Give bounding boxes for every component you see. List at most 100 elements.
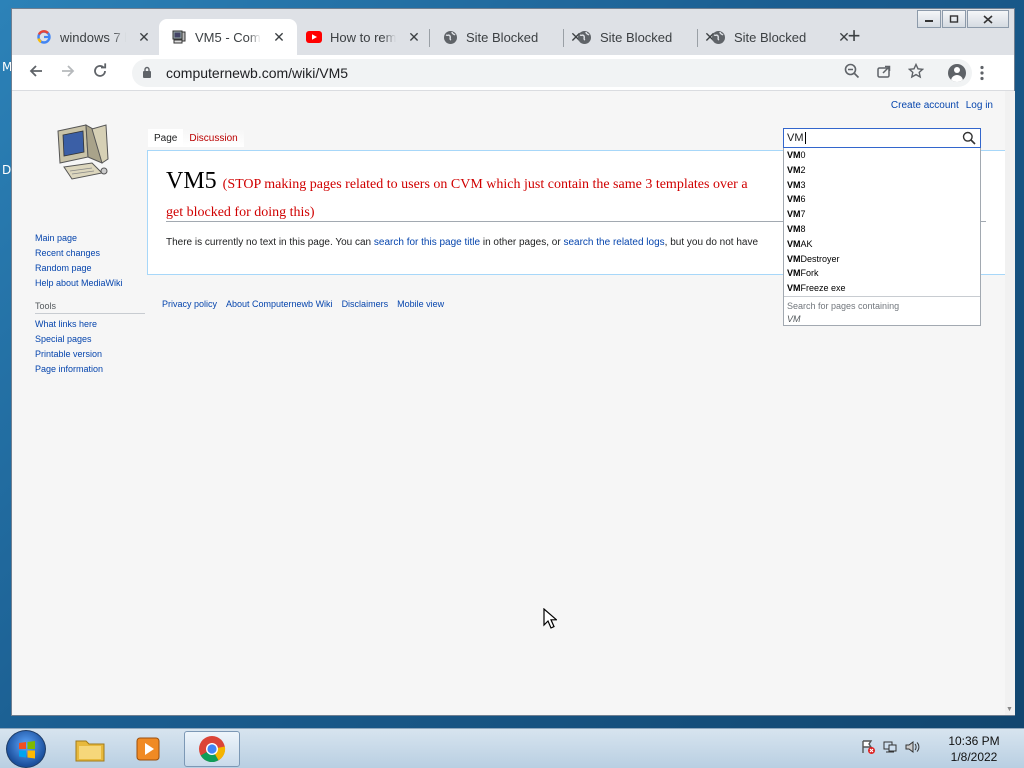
search-related-logs-link[interactable]: search the related logs: [563, 237, 664, 248]
search-page-title-link[interactable]: search for this page title: [374, 237, 480, 248]
suggestion-item[interactable]: VMFreeze exe: [784, 281, 980, 296]
google-icon: [36, 29, 52, 45]
browser-toolbar: computernewb.com/wiki/VM5: [12, 55, 1014, 91]
minimize-button[interactable]: [917, 10, 941, 28]
action-center-icon[interactable]: [860, 739, 876, 758]
sidebar-item-help[interactable]: Help about MediaWiki: [35, 276, 145, 291]
maximize-icon: [949, 15, 959, 23]
suggestion-match: VM: [787, 268, 801, 279]
globe-icon: [710, 29, 726, 45]
tab-site-blocked[interactable]: Site Blocked ✕: [698, 19, 862, 55]
share-icon[interactable]: [874, 63, 894, 83]
search-containing-option[interactable]: Search for pages containing VM: [784, 296, 980, 329]
search-input[interactable]: VM: [783, 128, 981, 148]
footer-privacy-policy[interactable]: Privacy policy: [162, 299, 217, 309]
page-title-text: VM5: [166, 168, 217, 194]
suggestion-item[interactable]: VM7: [784, 207, 980, 222]
address-bar[interactable]: computernewb.com/wiki/VM5: [132, 59, 972, 87]
close-icon[interactable]: ✕: [406, 29, 422, 46]
search-suggestions: VM0 VM2 VM3 VM6 VM7 VM8 VMAK VMDestroyer…: [783, 148, 981, 326]
suggestion-item[interactable]: VM2: [784, 163, 980, 178]
bookmark-star-icon[interactable]: [906, 62, 926, 83]
sidebar: Main page Recent changes Random page Hel…: [35, 231, 145, 377]
close-window-icon: [983, 14, 993, 24]
taskbar-media-player[interactable]: [121, 731, 177, 767]
zoom-icon[interactable]: [842, 63, 862, 83]
footer-mobile-view[interactable]: Mobile view: [397, 299, 444, 309]
suggestion-rest: Fork: [800, 268, 819, 279]
suggestion-match: VM: [787, 194, 801, 205]
windows-logo-icon: [19, 741, 35, 759]
scroll-down-arrow-icon[interactable]: ▼: [1006, 706, 1013, 713]
tab-title: Site Blocked: [734, 29, 807, 45]
taskbar-file-explorer[interactable]: [62, 731, 118, 767]
suggestion-rest: Destroyer: [800, 253, 840, 264]
suggestion-item[interactable]: VMFork: [784, 266, 980, 281]
tab-title: VM5 - Compu: [195, 29, 261, 45]
tab-title: Site Blocked: [600, 29, 673, 45]
start-button[interactable]: [6, 730, 46, 768]
media-player-icon: [136, 737, 160, 761]
close-icon[interactable]: ✕: [136, 29, 152, 46]
wiki-logo[interactable]: [52, 119, 112, 183]
notice-text: There is currently no text in this page.…: [166, 237, 374, 248]
suggestion-item[interactable]: VMAK: [784, 237, 980, 252]
suggestion-match: VM: [787, 283, 801, 294]
minimize-icon: [925, 20, 933, 22]
title-warning: (STOP making pages related to users on C…: [222, 177, 748, 192]
search-icon[interactable]: [962, 131, 976, 145]
notice-text: , but you do not have: [664, 237, 759, 248]
tab-discussion[interactable]: Discussion: [183, 129, 244, 147]
forward-arrow-icon: [62, 65, 75, 77]
volume-icon[interactable]: [904, 739, 920, 758]
taskbar-clock[interactable]: 10:36 PM 1/8/2022: [944, 733, 1004, 765]
close-window-button[interactable]: [967, 10, 1009, 28]
maximize-button[interactable]: [942, 10, 966, 28]
kebab-menu-icon[interactable]: [980, 65, 984, 85]
suggestion-item[interactable]: VMDestroyer: [784, 252, 980, 267]
no-text-notice: There is currently no text in this page.…: [166, 237, 758, 248]
sidebar-item-what-links-here[interactable]: What links here: [35, 317, 145, 332]
tab-youtube[interactable]: How to remo ✕: [294, 19, 432, 55]
taskbar-chrome[interactable]: [184, 731, 240, 767]
suggestion-rest: 8: [800, 223, 806, 234]
footer-links: Privacy policy About Computernewb Wiki D…: [162, 299, 444, 309]
network-icon[interactable]: [882, 739, 898, 758]
sidebar-item-special-pages[interactable]: Special pages: [35, 332, 145, 347]
search-input-value: VM: [787, 132, 804, 144]
profile-avatar-icon[interactable]: [948, 64, 966, 82]
chrome-window: windows 7 bu ✕ VM5 - Compu ✕ How to remo…: [11, 8, 1015, 716]
clock-date: 1/8/2022: [950, 750, 998, 764]
globe-icon: [576, 29, 592, 45]
clock-time: 10:36 PM: [948, 734, 1000, 748]
suggestion-rest: 0: [800, 150, 806, 160]
sidebar-item-main-page[interactable]: Main page: [35, 231, 145, 246]
suggestion-rest: Freeze exe: [800, 283, 846, 294]
desktop-icon-label: D: [2, 163, 12, 177]
sidebar-item-printable-version[interactable]: Printable version: [35, 347, 145, 362]
suggestion-item[interactable]: VM8: [784, 222, 980, 237]
suggestion-item[interactable]: VM3: [784, 178, 980, 193]
sidebar-item-page-information[interactable]: Page information: [35, 362, 145, 377]
log-in-link[interactable]: Log in: [966, 100, 993, 111]
search-containing-label: Search for pages containing: [787, 301, 900, 311]
sidebar-item-random-page[interactable]: Random page: [35, 261, 145, 276]
sidebar-item-recent-changes[interactable]: Recent changes: [35, 246, 145, 261]
title-warning-continued: get blocked for doing this): [166, 205, 315, 220]
footer-about[interactable]: About Computernewb Wiki: [226, 299, 333, 309]
reload-button[interactable]: [88, 61, 112, 85]
tab-vm5-wiki[interactable]: VM5 - Compu ✕: [159, 19, 297, 55]
suggestion-match: VM: [787, 179, 801, 190]
tab-google-search[interactable]: windows 7 bu ✕: [24, 19, 162, 55]
tab-page[interactable]: Page: [148, 129, 184, 147]
footer-disclaimers[interactable]: Disclaimers: [342, 299, 389, 309]
forward-button[interactable]: [56, 61, 80, 85]
suggestion-item[interactable]: VM6: [784, 192, 980, 207]
close-icon[interactable]: ✕: [271, 29, 287, 46]
back-button[interactable]: [24, 61, 48, 85]
new-tab-button[interactable]: +: [842, 24, 866, 48]
suggestion-item[interactable]: VM0: [784, 148, 980, 163]
create-account-link[interactable]: Create account: [891, 100, 959, 111]
page-scrollbar[interactable]: ▼: [1005, 91, 1015, 715]
system-tray: [860, 739, 920, 758]
